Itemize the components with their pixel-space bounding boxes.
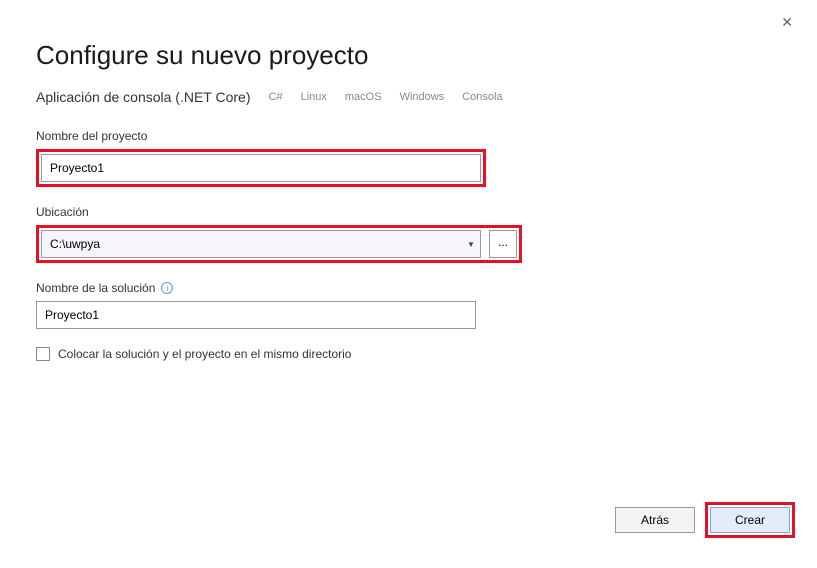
back-button[interactable]: Atrás [615,507,695,533]
same-directory-label: Colocar la solución y el proyecto en el … [58,347,351,361]
solution-name-input[interactable] [36,301,476,329]
location-dropdown-button[interactable]: ▼ [462,231,480,257]
same-directory-row: Colocar la solución y el proyecto en el … [36,347,781,361]
location-group: Ubicación ▼ ... [36,205,781,263]
chevron-down-icon: ▼ [467,240,475,249]
tag-console: Consola [462,91,502,103]
solution-name-label: Nombre de la solución [36,281,155,295]
solution-name-group: Nombre de la solución i [36,281,781,329]
close-button[interactable]: ✕ [775,12,799,33]
location-input[interactable] [41,230,481,258]
info-icon[interactable]: i [161,282,173,294]
create-button-highlight: Crear [705,502,795,538]
project-name-group: Nombre del proyecto [36,129,781,187]
location-combo: ▼ [41,230,481,258]
project-name-label: Nombre del proyecto [36,129,781,143]
location-label: Ubicación [36,205,781,219]
tag-linux: Linux [301,91,327,103]
location-highlight: ▼ ... [36,225,522,263]
solution-name-label-row: Nombre de la solución i [36,281,781,295]
same-directory-checkbox[interactable] [36,347,50,361]
main-content: Configure su nuevo proyecto Aplicación d… [0,0,817,361]
page-title: Configure su nuevo proyecto [36,40,781,71]
template-name: Aplicación de consola (.NET Core) [36,89,251,105]
tag-csharp: C# [269,91,283,103]
project-name-highlight [36,149,486,187]
project-name-input[interactable] [41,154,481,182]
footer-buttons: Atrás Crear [615,502,795,538]
browse-button[interactable]: ... [489,230,517,258]
tag-windows: Windows [400,91,445,103]
tag-macos: macOS [345,91,382,103]
template-row: Aplicación de consola (.NET Core) C# Lin… [36,89,781,105]
create-button[interactable]: Crear [710,507,790,533]
